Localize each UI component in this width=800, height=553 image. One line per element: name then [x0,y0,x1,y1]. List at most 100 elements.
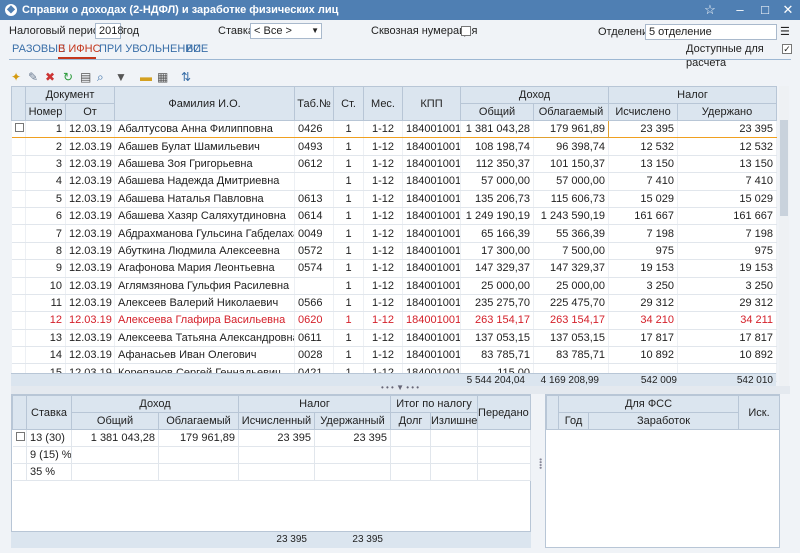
folder-icon[interactable]: ▬ [140,70,152,84]
row-date: 12.03.19 [65,120,116,139]
row-month: 1-12 [363,137,404,156]
table-row[interactable]: 1 12.03.19 Абалтусова Анна Филипповна 0426 1… [11,119,778,139]
income-statements-grid: Документ Фамилия И.О. Таб.№ Ст. Мес. КПП… [11,86,778,382]
col-st-header[interactable]: Ст. [333,86,365,121]
print-icon[interactable]: ▤ [80,70,91,84]
col-month-header[interactable]: Мес. [363,86,404,121]
row-checkbox-cell[interactable] [11,137,26,156]
tax-summary-table: Ставка Доход Налог Итог по налогу Переда… [12,395,532,481]
row-checkbox-cell[interactable] [11,207,26,226]
rate-checkbox-cell[interactable] [12,446,27,464]
row-checkbox-cell[interactable] [11,172,26,191]
row-checkbox-cell[interactable] [11,329,26,348]
col-tab-header[interactable]: Таб.№ [294,86,335,121]
maximize-button[interactable]: □ [755,0,775,20]
table-row[interactable]: 3 12.03.19 Абашева Зоя Григорьевна 0612 1 1-1… [11,155,778,174]
table-row[interactable]: 6 12.03.19 Абашева Хазяр Саляхутдиновна 061… [11,207,778,226]
delete-icon[interactable]: ✖ [45,70,55,84]
row-tax-calc: 23 395 [608,120,679,139]
table-row[interactable]: 5 12.03.19 Абашева Наталья Павловна 0613 1 1-… [11,190,778,208]
sort-icon[interactable]: ⇅ [181,70,191,84]
row-checkbox-cell[interactable] [11,259,26,278]
rate-checkbox-cell[interactable] [12,463,27,481]
tax-rate-row[interactable]: 13 (30) 1 381 043,28 179 961,89 23 395 23 39… [12,429,532,447]
col-name-header[interactable]: Фамилия И.О. [114,86,296,121]
tab-ifns[interactable]: В ИФНС [58,42,101,56]
row-number: 6 [25,207,66,226]
scrollbar-thumb[interactable] [780,120,788,216]
row-checkbox-cell[interactable] [11,346,26,365]
row-income-total: 137 053,15 [460,329,535,348]
col-income-taxable-header[interactable]: Облагаемый [533,103,610,121]
rate-checkbox-cell[interactable] [12,429,27,447]
close-button[interactable]: ✕ [778,0,798,20]
new-document-icon[interactable]: ✦ [11,70,21,84]
table-row[interactable]: 12 12.03.19 Алексеева Глафира Васильевна 06… [11,311,778,330]
minimize-button[interactable]: – [730,0,750,20]
refresh-icon[interactable]: ↻ [63,70,73,84]
row-tab: 0613 [294,190,335,208]
tab-all[interactable]: ВСЕ [186,42,208,56]
table-row[interactable]: 8 12.03.19 Абуткина Людмила Алексеевна 0572… [11,242,778,261]
col-income-total-header[interactable]: Общий [460,103,535,121]
rate-checkbox[interactable] [15,432,25,441]
col-tax-calc-header[interactable]: Исчислено [608,103,679,121]
row-number: 3 [25,155,66,174]
edit-icon[interactable]: ✎ [28,70,38,84]
search-icon[interactable]: ⌕ [97,70,104,84]
row-tax-withheld: 29 312 [677,294,778,313]
transfer-header: Передано н [477,395,532,430]
tax-rate-row[interactable]: 35 % [12,463,532,481]
row-kpp: 184001001 [402,172,462,191]
table-row[interactable]: 14 12.03.19 Афанасьев Иван Олегович 0028 1 1-… [11,346,778,365]
through-numbering-checkbox[interactable] [461,26,471,36]
row-checkbox-cell[interactable] [11,294,26,313]
table-row[interactable]: 10 12.03.19 Аглямзянова Гульфия Расилевна 1… [11,277,778,295]
row-checkbox-cell[interactable] [11,242,26,261]
row-kpp: 184001001 [402,277,462,295]
row-month: 1-12 [363,207,404,226]
table-row[interactable]: 9 12.03.19 Агафонова Мария Леонтьевна 0574 1… [11,259,778,278]
app-icon: ◆ [5,4,17,16]
table-row[interactable]: 13 12.03.19 Алексеева Татьяна Александровн… [11,329,778,348]
available-checkbox[interactable]: ✓ [782,44,792,54]
panel-splitter[interactable]: • • • ▼ • • • [11,383,790,394]
rate-header: Ставка [26,395,72,430]
row-checkbox-cell[interactable] [11,224,26,243]
favorite-star-icon[interactable]: ☆ [700,0,720,20]
row-checkbox-cell[interactable] [11,155,26,174]
tax-rate-row[interactable]: 9 (15) % [12,446,532,464]
table-row[interactable]: 4 12.03.19 Абашева Надежда Дмитриевна 1 1-12… [11,172,778,191]
row-st: 1 [333,277,365,295]
department-input[interactable]: 5 отделение [645,24,777,40]
table-row[interactable]: 2 12.03.19 Абашев Булат Шамильевич 0493 1 1-1… [11,137,778,156]
fss-select-header [546,395,559,430]
row-checkbox-cell[interactable] [11,277,26,295]
row-checkbox-cell[interactable] [11,190,26,208]
row-checkbox-cell[interactable] [11,120,26,139]
row-kpp: 184001001 [402,311,462,330]
col-tax-withheld-header[interactable]: Удержано [677,103,778,121]
row-name: Абашев Булат Шамильевич [114,137,296,156]
col-kpp-header[interactable]: КПП [402,86,462,121]
period-input[interactable]: 2018 [95,23,123,39]
col-from-header[interactable]: От [64,103,116,121]
table-row[interactable]: 712.03.19Абдрахманова Гульсина Габделаха… [11,224,778,243]
row-checkbox-cell[interactable] [11,311,26,330]
row-name: Абалтусова Анна Филипповна [114,120,296,139]
table-row[interactable]: 11 12.03.19 Алексеев Валерий Николаевич 056… [11,294,778,313]
col-number-header[interactable]: Номер [25,103,66,121]
vertical-splitter[interactable]: •••• [536,458,545,469]
filter-icon[interactable]: ▼ [115,70,127,84]
row-income-taxable: 96 398,74 [533,137,610,156]
menu-icon[interactable]: ☰ [780,25,790,38]
excess-cell [430,429,479,447]
rate-select[interactable]: < Все > ▼ [250,23,322,39]
row-tax-withheld: 34 211 [677,311,778,330]
row-tax-withheld: 23 395 [677,120,778,139]
row-checkbox[interactable] [14,123,24,133]
columns-icon[interactable]: ▦ [157,70,168,84]
row-st: 1 [333,242,365,261]
row-name: Абуткина Людмила Алексеевна [114,242,296,261]
row-number: 1 [25,120,66,139]
